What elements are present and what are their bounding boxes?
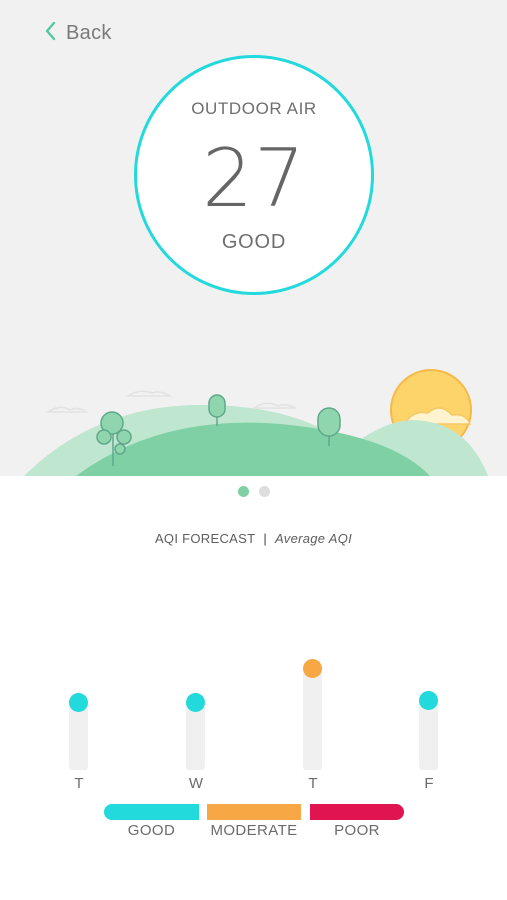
- legend-swatch: [207, 804, 301, 820]
- legend-good: GOOD: [104, 804, 199, 839]
- page-indicator: [0, 486, 507, 497]
- legend-label: POOR: [334, 822, 380, 839]
- forecast-header: AQI FORECAST | Average AQI: [0, 531, 507, 546]
- bar-track: [419, 700, 438, 770]
- forecast-subtitle: Average AQI: [275, 531, 353, 546]
- aqi-level-dot: [186, 693, 205, 712]
- forecast-day-2[interactable]: W: [176, 660, 216, 800]
- bar-track: [303, 670, 322, 770]
- day-label: T: [308, 775, 318, 792]
- forecast-day-1[interactable]: T: [59, 660, 99, 800]
- forecast-title: AQI FORECAST: [154, 531, 256, 546]
- forecast-day-3[interactable]: T: [293, 659, 333, 800]
- page-dot-2[interactable]: [258, 486, 270, 497]
- legend-moderate: MODERATE: [207, 804, 301, 839]
- landscape-illustration: [24, 369, 488, 476]
- air-title: OUTDOOR AIR: [191, 99, 317, 118]
- forecast-day-4[interactable]: F: [409, 660, 449, 800]
- page-dot-1[interactable]: [237, 486, 249, 497]
- back-button[interactable]: Back: [44, 18, 112, 48]
- legend-poor: POOR: [310, 804, 404, 839]
- bar-track: [69, 702, 88, 770]
- chevron-left-icon: [44, 21, 56, 46]
- aqi-level-dot: [303, 659, 322, 678]
- day-label: T: [74, 775, 84, 792]
- aqi-value: 27: [202, 132, 306, 225]
- legend-swatch: [310, 804, 404, 820]
- day-label: F: [424, 775, 434, 792]
- legend-label: MODERATE: [210, 822, 298, 839]
- aqi-level-dot: [69, 693, 88, 712]
- day-label: W: [188, 775, 204, 792]
- aqi-status: GOOD: [221, 231, 287, 253]
- outdoor-air-panel: Back OUTDOOR AIR 27 GOOD: [0, 0, 507, 476]
- aqi-level-dot: [419, 691, 438, 710]
- legend-label: GOOD: [127, 822, 176, 839]
- back-label: Back: [66, 21, 112, 44]
- aqi-ring: OUTDOOR AIR 27 GOOD: [134, 55, 374, 295]
- legend-swatch: [104, 804, 199, 820]
- bar-track: [186, 702, 205, 770]
- forecast-separator: |: [263, 531, 268, 546]
